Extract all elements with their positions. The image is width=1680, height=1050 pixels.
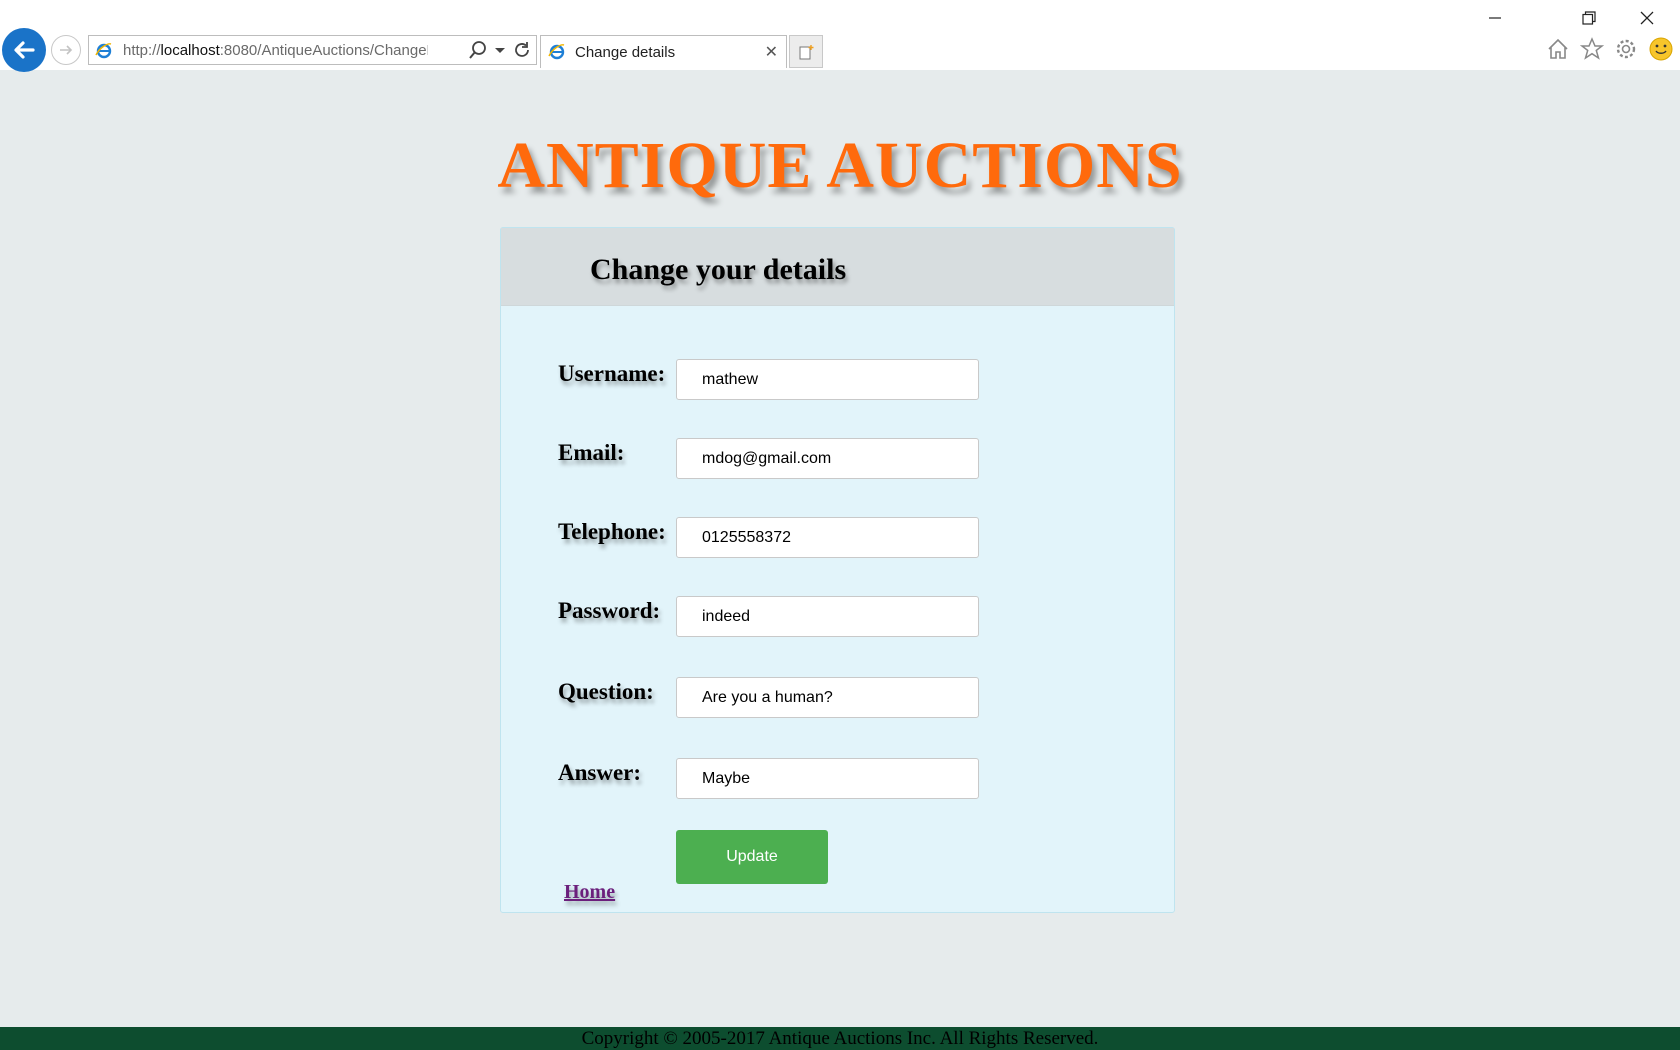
answer-label: Answer: — [558, 760, 642, 785]
password-label: Password: — [558, 598, 661, 623]
search-icon[interactable] — [468, 40, 488, 60]
home-link[interactable]: Home — [564, 881, 615, 904]
home-icon[interactable] — [1546, 37, 1570, 61]
new-tab-button[interactable] — [789, 35, 823, 68]
update-button[interactable]: Update — [676, 830, 828, 884]
site-title: ANTIQUE AUCTIONS — [497, 129, 1183, 202]
telephone-label: Telephone: — [558, 519, 666, 544]
star-icon[interactable] — [1580, 37, 1604, 61]
forward-arrow-icon — [60, 45, 73, 55]
question-label: Question: — [558, 679, 654, 704]
footer: Copyright © 2005-2017 Antique Auctions I… — [0, 1027, 1680, 1050]
answer-field[interactable] — [676, 758, 979, 799]
ie-logo-icon — [95, 43, 112, 59]
telephone-row: Telephone: — [501, 517, 1174, 559]
copyright-text: Copyright © 2005-2017 Antique Auctions I… — [581, 1028, 1099, 1049]
restore-icon[interactable] — [1574, 6, 1604, 30]
new-tab-icon — [799, 44, 814, 59]
back-button[interactable] — [2, 28, 46, 72]
dropdown-icon[interactable] — [494, 40, 506, 60]
url-text: http://localhost:8080/AntiqueAuctions/Ch… — [123, 42, 428, 59]
email-label: Email: — [558, 440, 625, 465]
question-row: Question: — [501, 677, 1174, 719]
tab-change-details[interactable]: Change details ✕ — [540, 35, 787, 68]
smiley-icon[interactable] — [1648, 36, 1674, 62]
refresh-icon[interactable] — [512, 40, 532, 60]
address-bar[interactable]: http://localhost:8080/AntiqueAuctions/Ch… — [88, 35, 537, 65]
username-field[interactable] — [676, 359, 979, 400]
minimize-icon[interactable] — [1480, 6, 1510, 30]
email-row: Email: — [501, 438, 1174, 480]
telephone-field[interactable] — [676, 517, 979, 558]
ie-logo-icon — [548, 44, 565, 60]
question-field[interactable] — [676, 677, 979, 718]
password-field[interactable] — [676, 596, 979, 637]
email-field[interactable] — [676, 438, 979, 479]
tab-title: Change details — [575, 44, 676, 61]
forward-button[interactable] — [51, 35, 81, 65]
username-label: Username: — [558, 361, 666, 386]
panel-heading: Change your details — [590, 253, 847, 286]
username-row: Username: — [501, 359, 1174, 401]
browser-chrome: http://localhost:8080/AntiqueAuctions/Ch… — [0, 0, 1680, 72]
close-icon[interactable]: ✕ — [765, 42, 778, 62]
panel-header: Change your details — [501, 228, 1174, 306]
change-details-panel: Change your details Username: Email: Tel… — [500, 227, 1175, 913]
password-row: Password: — [501, 596, 1174, 638]
back-arrow-icon — [14, 41, 35, 59]
gear-icon[interactable] — [1614, 37, 1638, 61]
answer-row: Answer: — [501, 758, 1174, 800]
close-window-icon[interactable] — [1632, 6, 1662, 30]
